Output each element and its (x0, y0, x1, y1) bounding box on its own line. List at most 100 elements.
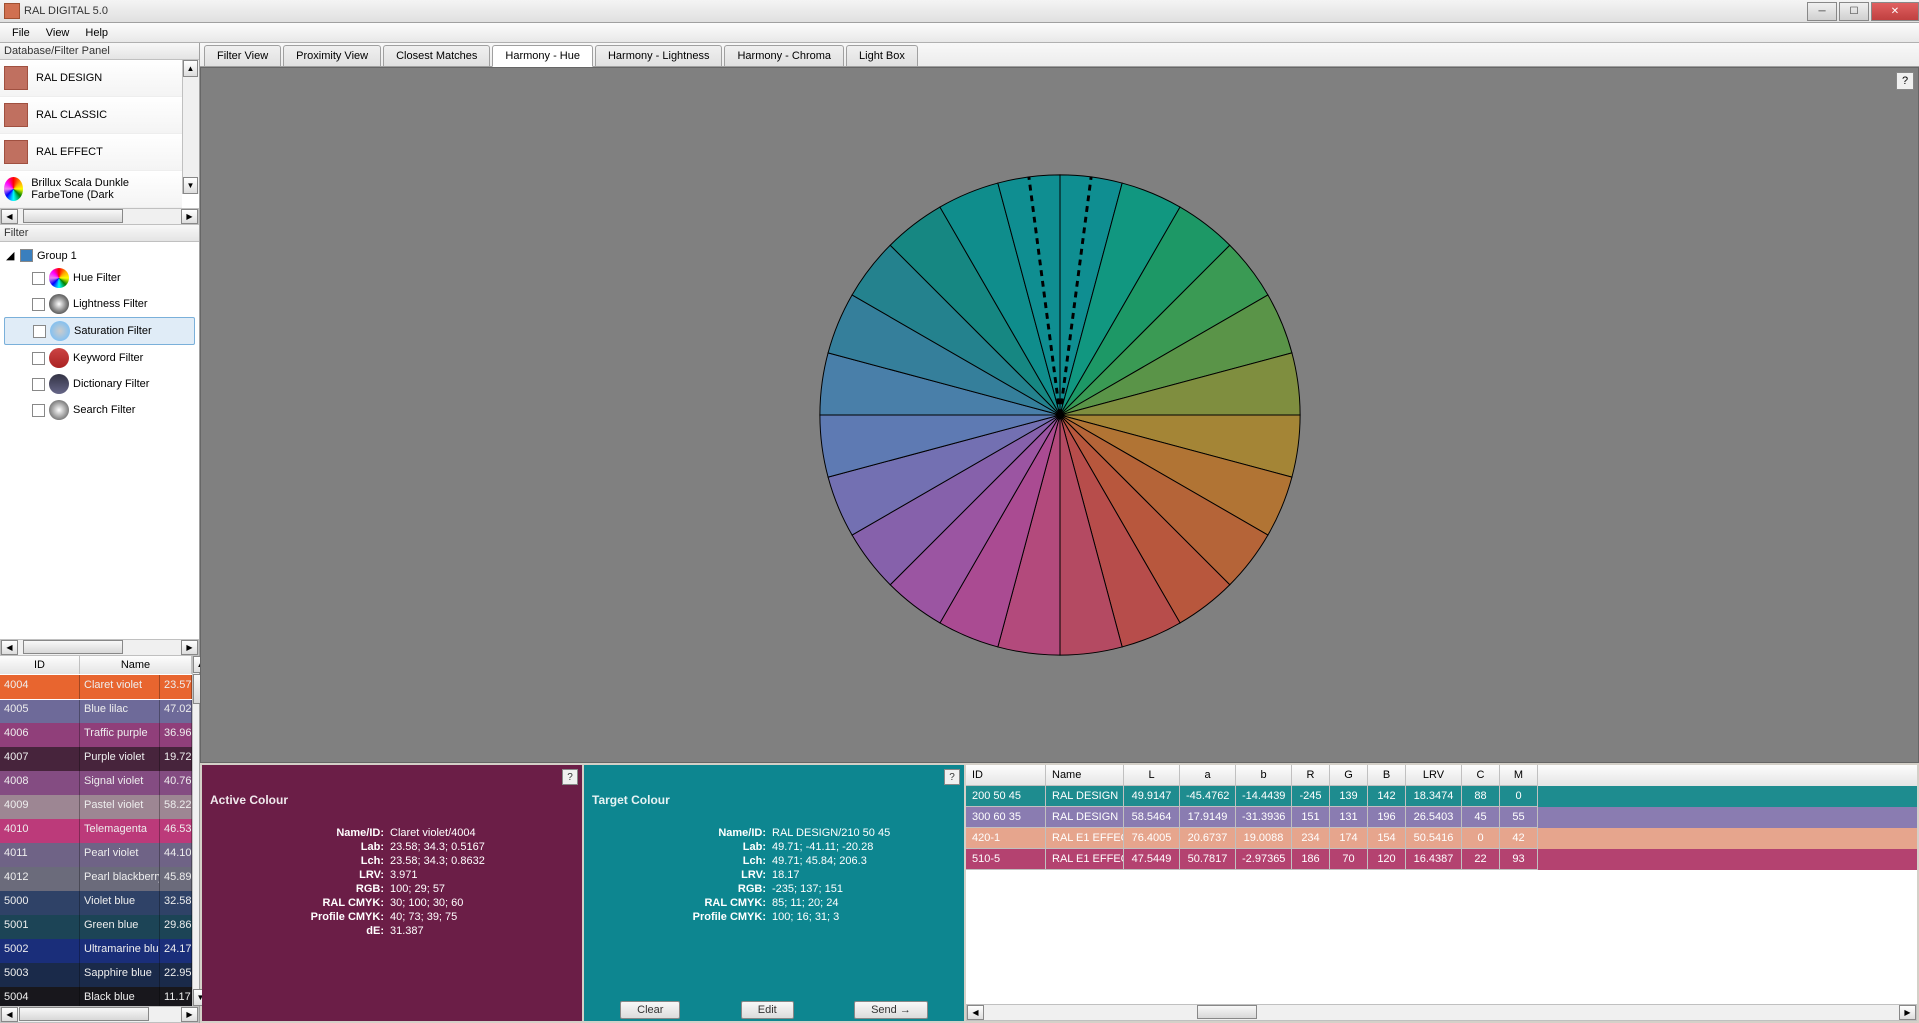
filter-item[interactable]: Saturation Filter (4, 317, 195, 345)
table-row[interactable]: 4007Purple violet19.72 (0, 747, 192, 771)
col-header[interactable]: b (1236, 765, 1292, 786)
filter-checkbox[interactable] (32, 404, 45, 417)
db-swatch-icon (4, 66, 28, 90)
table-row[interactable]: 4012Pearl blackberry45.89 (0, 867, 192, 891)
col-header[interactable]: L (1124, 765, 1180, 786)
db-scroll-h[interactable]: ◀ ▶ (0, 208, 199, 225)
table-row[interactable]: 4006Traffic purple36.96 (0, 723, 192, 747)
menu-file[interactable]: File (4, 25, 38, 41)
table-row[interactable]: 5001Green blue29.86 (0, 915, 192, 939)
target-colour-panel: ? Target Colour Name/ID:RAL DESIGN/210 5… (584, 765, 964, 1021)
hue-wheel[interactable] (815, 170, 1305, 660)
filter-item[interactable]: Dictionary Filter (4, 371, 195, 397)
db-panel-title: Database/Filter Panel (0, 43, 199, 60)
res-scroll-h[interactable]: ◀ ▶ (966, 1004, 1917, 1021)
tab[interactable]: Harmony - Hue (492, 45, 593, 67)
db-swatch-icon (4, 103, 28, 127)
filter-item[interactable]: Search Filter (4, 397, 195, 423)
send-button[interactable]: Send → (854, 1001, 928, 1019)
table-row[interactable]: 4009Pastel violet58.22 (0, 795, 192, 819)
col-header[interactable]: R (1292, 765, 1330, 786)
close-button[interactable]: ✕ (1871, 2, 1919, 21)
ctable-scroll-h[interactable]: ◀ ▶ (0, 1006, 199, 1023)
filter-tree: ◢ Group 1 Hue FilterLightness FilterSatu… (0, 242, 199, 639)
filter-title: Filter (0, 225, 199, 242)
menu-help[interactable]: Help (77, 25, 116, 41)
app-icon (4, 3, 20, 19)
table-row[interactable]: 5000Violet blue32.58 (0, 891, 192, 915)
db-item[interactable]: RAL DESIGN (0, 60, 182, 97)
table-row[interactable]: 4008Signal violet40.76 (0, 771, 192, 795)
filter-item[interactable]: Hue Filter (4, 265, 195, 291)
filter-group[interactable]: ◢ Group 1 (4, 246, 195, 265)
menu-view[interactable]: View (38, 25, 78, 41)
menu-bar: File View Help (0, 23, 1919, 43)
title-bar: RAL DIGITAL 5.0 ─ ☐ ✕ (0, 0, 1919, 23)
maximize-button[interactable]: ☐ (1839, 2, 1869, 21)
help-button[interactable]: ? (562, 769, 578, 785)
tab[interactable]: Proximity View (283, 45, 381, 66)
harmony-viewport: ? (200, 67, 1919, 763)
tab[interactable]: Closest Matches (383, 45, 490, 66)
database-list: RAL DESIGNRAL CLASSICRAL EFFECTBrillux S… (0, 60, 182, 208)
filter-item[interactable]: Lightness Filter (4, 291, 195, 317)
filter-icon (49, 294, 69, 314)
col-header[interactable]: G (1330, 765, 1368, 786)
filter-icon (49, 374, 69, 394)
col-name-hdr[interactable]: Name (80, 656, 192, 674)
db-scroll-v[interactable]: ▲▼ (182, 60, 199, 194)
table-row[interactable]: 300 60 35RAL DESIGN58.546417.9149-31.393… (966, 807, 1917, 828)
table-row[interactable]: 5002Ultramarine blue24.17 (0, 939, 192, 963)
db-item[interactable]: Brillux Scala Dunkle FarbeTone (Dark (0, 171, 182, 208)
help-button[interactable]: ? (944, 769, 960, 785)
table-row[interactable]: 200 50 45RAL DESIGN49.9147-45.4762-14.44… (966, 786, 1917, 807)
table-row[interactable]: 5003Sapphire blue22.95 (0, 963, 192, 987)
minimize-button[interactable]: ─ (1807, 2, 1837, 21)
result-table: IDNameLabRGBLRVCM 200 50 45RAL DESIGN49.… (966, 765, 1917, 1021)
filter-icon (49, 268, 69, 288)
db-item[interactable]: RAL CLASSIC (0, 97, 182, 134)
color-table: ID Name 4004Claret violet23.5784005Blue … (0, 656, 192, 1006)
col-header[interactable]: M (1500, 765, 1538, 786)
edit-button[interactable]: Edit (741, 1001, 794, 1019)
ctable-scroll-v[interactable]: ▲ ▼ (192, 656, 199, 1006)
col-header[interactable]: C (1462, 765, 1500, 786)
tab[interactable]: Harmony - Lightness (595, 45, 723, 66)
filter-checkbox[interactable] (33, 325, 46, 338)
col-header[interactable]: B (1368, 765, 1406, 786)
table-row[interactable]: 4011Pearl violet44.10 (0, 843, 192, 867)
filter-scroll-h[interactable]: ◀ ▶ (0, 639, 199, 656)
active-colour-title: Active Colour (210, 793, 574, 807)
filter-checkbox[interactable] (32, 298, 45, 311)
tab-bar: Filter ViewProximity ViewClosest Matches… (200, 43, 1919, 67)
filter-checkbox[interactable] (32, 272, 45, 285)
db-swatch-icon (4, 177, 23, 201)
db-swatch-icon (4, 140, 28, 164)
filter-icon (49, 400, 69, 420)
help-button[interactable]: ? (1896, 72, 1914, 90)
active-colour-panel: ? Active Colour Name/ID:Claret violet/40… (202, 765, 582, 1021)
table-row[interactable]: 420-1RAL E1 EFFECT76.400520.673719.00882… (966, 828, 1917, 849)
col-header[interactable]: LRV (1406, 765, 1462, 786)
group-checkbox[interactable] (20, 249, 33, 262)
col-header[interactable]: a (1180, 765, 1236, 786)
target-colour-title: Target Colour (592, 793, 956, 807)
clear-button[interactable]: Clear (620, 1001, 680, 1019)
col-id-hdr[interactable]: ID (0, 656, 80, 674)
table-row[interactable]: 4005Blue lilac47.02 (0, 699, 192, 723)
filter-item[interactable]: Keyword Filter (4, 345, 195, 371)
filter-checkbox[interactable] (32, 352, 45, 365)
tab[interactable]: Light Box (846, 45, 918, 66)
tab[interactable]: Filter View (204, 45, 281, 66)
tab[interactable]: Harmony - Chroma (724, 45, 844, 66)
col-header[interactable]: ID (966, 765, 1046, 786)
table-row[interactable]: 510-5RAL E1 EFFECT47.544950.7817-2.97365… (966, 849, 1917, 870)
app-title: RAL DIGITAL 5.0 (24, 5, 1805, 17)
col-header[interactable]: Name (1046, 765, 1124, 786)
filter-icon (50, 321, 70, 341)
filter-checkbox[interactable] (32, 378, 45, 391)
db-item[interactable]: RAL EFFECT (0, 134, 182, 171)
table-row[interactable]: 4004Claret violet23.578 (0, 675, 192, 699)
left-panel: Database/Filter Panel RAL DESIGNRAL CLAS… (0, 43, 200, 1023)
table-row[interactable]: 4010Telemagenta46.53 (0, 819, 192, 843)
